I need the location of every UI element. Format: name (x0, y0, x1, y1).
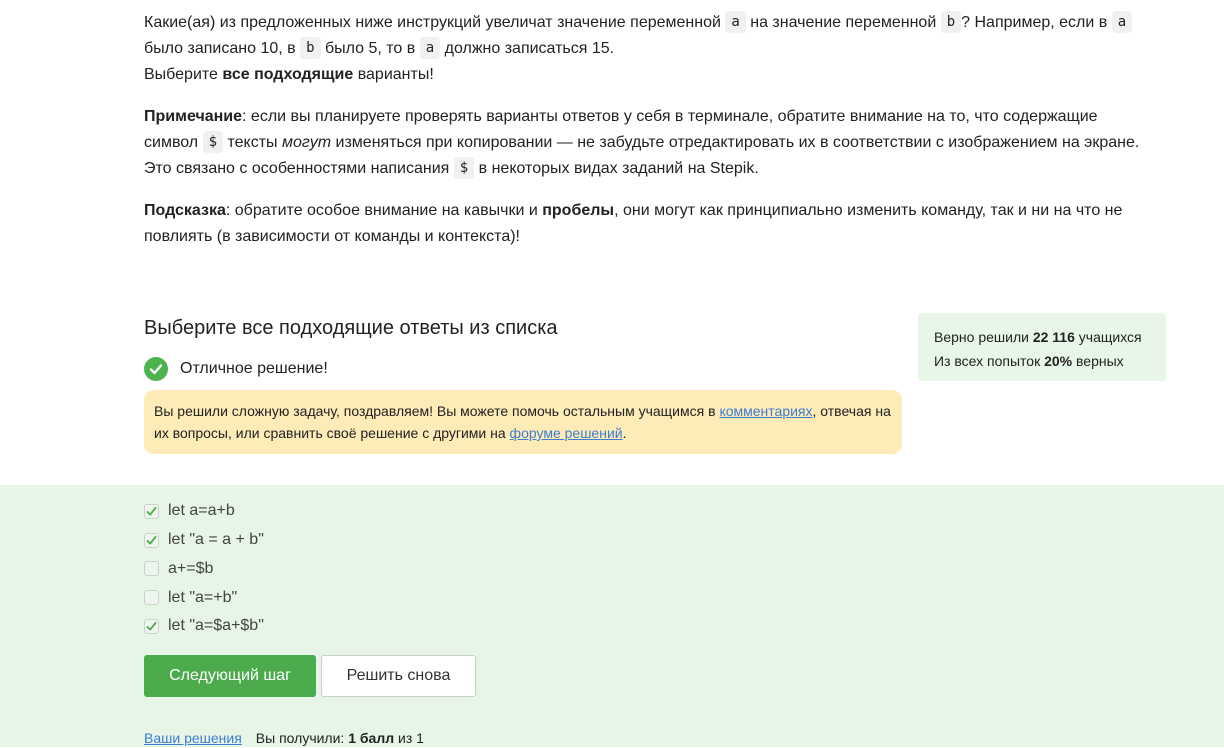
code-var-b: b (940, 11, 962, 33)
code-dollar: $ (202, 131, 224, 153)
result-footer: Ваши решения Вы получили: 1 балл из 1 (144, 728, 424, 748)
score-value: 1 балл (348, 730, 395, 746)
checkbox[interactable] (144, 590, 159, 606)
score-suffix: из 1 (394, 730, 424, 746)
checkmark-icon (146, 621, 157, 631)
congrats-notice: Вы решили сложную задачу, поздравляем! В… (144, 390, 902, 454)
note-text: тексты (223, 134, 282, 151)
checkbox[interactable] (144, 503, 159, 519)
problem-statement: Какие(ая) из предложенных ниже инструкци… (144, 10, 1144, 250)
code-var-a: a (419, 37, 441, 59)
stat-text: Верно решили (934, 329, 1033, 345)
solved-stat: Верно решили 22 116 учащихся (934, 325, 1150, 349)
option-item[interactable]: let "a=$a+$b" (144, 612, 264, 641)
notice-text: . (622, 425, 627, 441)
code-var-b: b (300, 37, 321, 59)
option-item[interactable]: let a=a+b (144, 497, 264, 526)
note-text: в некоторых видах заданий на Stepik. (474, 160, 759, 177)
attempts-stat: Из всех попыток 20% верных (934, 349, 1150, 373)
solve-again-button[interactable]: Решить снова (321, 655, 476, 697)
check-circle-icon (144, 357, 168, 381)
option-item[interactable]: let "a = a + b" (144, 526, 264, 555)
option-label: let a=a+b (168, 502, 235, 520)
note-italic: могут (281, 134, 332, 151)
option-label: let "a=$a+$b" (168, 617, 264, 635)
code-var-a: a (1111, 11, 1133, 33)
problem-question: Какие(ая) из предложенных ниже инструкци… (144, 10, 1144, 88)
stat-text: верных (1072, 353, 1124, 369)
option-label: let "a = a + b" (168, 531, 264, 549)
next-step-button[interactable]: Следующий шаг (144, 655, 316, 697)
comments-link[interactable]: комментариях (719, 403, 812, 419)
question-text: на значение переменной (745, 14, 941, 31)
question-text: ? Например, если в (961, 14, 1112, 31)
code-var-a: a (725, 11, 746, 33)
option-label: a+=$b (168, 559, 214, 577)
checkmark-icon (146, 535, 157, 545)
notice-text: Вы решили сложную задачу, поздравляем! В… (154, 403, 720, 419)
answer-options: let a=a+b let "a = a + b" a+=$b let "a=+… (144, 497, 264, 641)
success-status: Отличное решение! (144, 356, 328, 382)
checkbox[interactable] (144, 561, 159, 577)
hint-text: : обратите особое внимание на кавычки и (225, 202, 543, 219)
your-solutions-link[interactable]: Ваши решения (144, 728, 242, 748)
code-dollar: $ (453, 157, 475, 179)
score-text: Вы получили: 1 балл из 1 (256, 728, 424, 748)
option-item[interactable]: let "a=+b" (144, 583, 264, 612)
question-text: должно записаться 15. (440, 40, 615, 57)
stat-text: Из всех попыток (934, 353, 1045, 369)
solved-count: 22 116 (1032, 329, 1075, 345)
problem-hint: Подсказка: обратите особое внимание на к… (144, 198, 1144, 250)
checkmark-icon (146, 506, 157, 516)
attempts-percent: 20% (1044, 353, 1073, 369)
score-prefix: Вы получили: (255, 730, 349, 746)
question-text: было записано 10, в (144, 40, 301, 57)
choose-text: варианты! (353, 66, 434, 83)
option-item[interactable]: a+=$b (144, 555, 264, 584)
hint-label: Подсказка (144, 202, 226, 219)
stats-panel: Верно решили 22 116 учащихся Из всех поп… (918, 313, 1166, 381)
stat-text: учащихся (1074, 329, 1142, 345)
hint-bold: пробелы (542, 202, 615, 219)
solutions-forum-link[interactable]: форуме решений (510, 425, 623, 441)
choose-bold: все подходящие (222, 66, 354, 83)
quiz-title: Выберите все подходящие ответы из списка (144, 317, 558, 339)
question-text: Какие(ая) из предложенных ниже инструкци… (144, 14, 726, 31)
problem-note: Примечание: если вы планируете проверять… (144, 104, 1144, 182)
success-text: Отличное решение! (180, 360, 328, 377)
option-label: let "a=+b" (168, 588, 238, 606)
checkbox[interactable] (144, 618, 159, 634)
checkbox[interactable] (144, 532, 159, 548)
choose-text: Выберите (144, 66, 223, 83)
note-label: Примечание (144, 108, 243, 125)
question-text: было 5, то в (320, 40, 420, 57)
